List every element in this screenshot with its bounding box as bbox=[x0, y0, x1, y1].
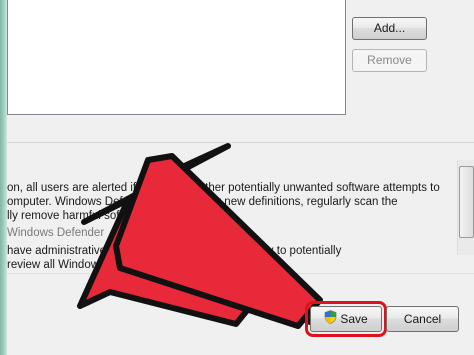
save-label: Save bbox=[340, 312, 368, 326]
red-arrow-annotation bbox=[77, 143, 323, 329]
save-button[interactable]: Save bbox=[305, 301, 387, 337]
cancel-button[interactable]: Cancel bbox=[386, 306, 459, 332]
shield-icon bbox=[324, 308, 337, 332]
